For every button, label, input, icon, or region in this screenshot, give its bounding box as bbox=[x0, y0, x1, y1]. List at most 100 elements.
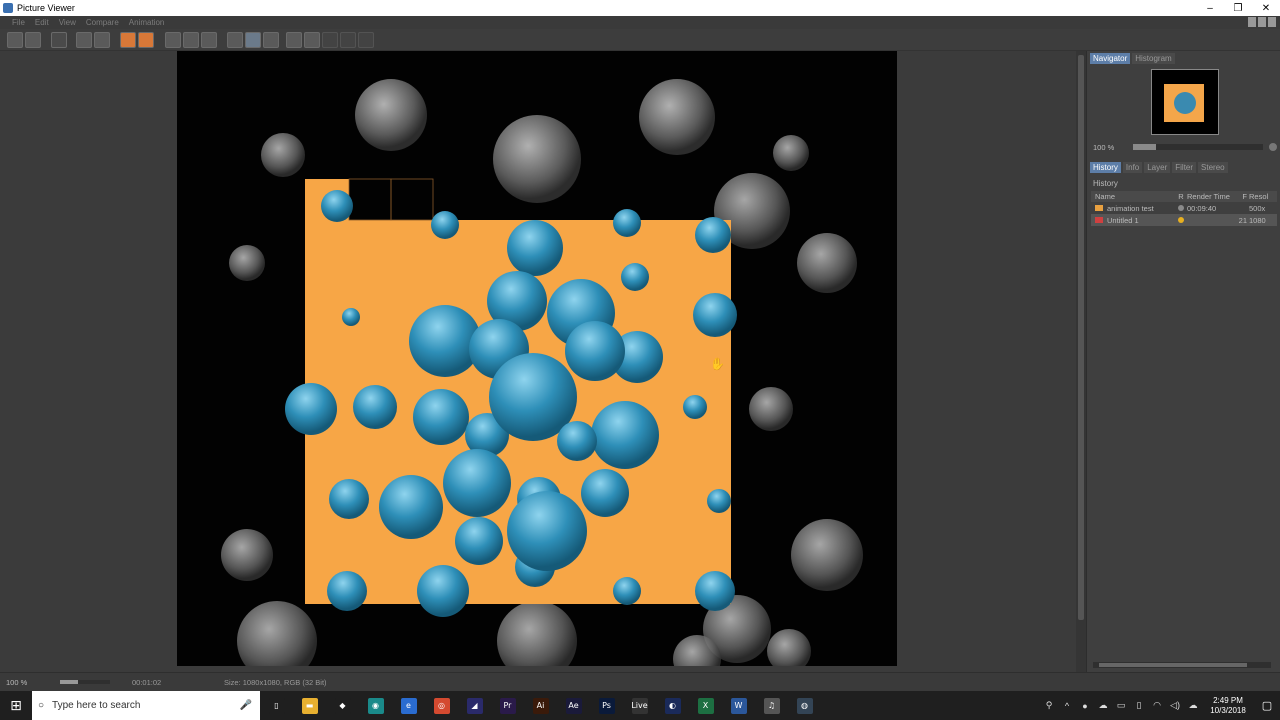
column-r[interactable]: R bbox=[1175, 192, 1187, 201]
taskbar-other-app-icon[interactable]: ◍ bbox=[788, 691, 821, 720]
render-icon[interactable] bbox=[120, 32, 136, 48]
status-dot-icon bbox=[1178, 205, 1184, 211]
taskbar-live-icon[interactable]: Live bbox=[623, 691, 656, 720]
vertical-scrollbar[interactable] bbox=[1076, 51, 1086, 672]
tab-info[interactable]: Info bbox=[1122, 162, 1143, 173]
timeline-slider[interactable] bbox=[60, 680, 110, 684]
compare-icon[interactable] bbox=[201, 32, 217, 48]
cloud-icon[interactable]: ☁ bbox=[1095, 700, 1111, 711]
tab-navigator[interactable]: Navigator bbox=[1090, 53, 1131, 64]
tab-filter[interactable]: Filter bbox=[1172, 162, 1197, 173]
taskbar-search[interactable]: ○ Type here to search 🎤 bbox=[32, 691, 260, 720]
tool-icon-3[interactable] bbox=[358, 32, 374, 48]
search-input[interactable]: Type here to search bbox=[52, 700, 140, 711]
minimize-button[interactable]: – bbox=[1196, 0, 1224, 16]
zoom-slider[interactable] bbox=[1133, 144, 1263, 150]
tab-stereo[interactable]: Stereo bbox=[1198, 162, 1228, 173]
network-icon[interactable]: ◠ bbox=[1149, 700, 1165, 711]
horizontal-scrollbar[interactable] bbox=[1093, 662, 1271, 668]
people-icon[interactable]: ⚲ bbox=[1041, 700, 1057, 711]
stop-icon[interactable] bbox=[94, 32, 110, 48]
image-canvas[interactable]: ✋ bbox=[0, 51, 1076, 672]
taskbar-photoshop-icon[interactable]: Ps bbox=[590, 691, 623, 720]
menu-file[interactable]: File bbox=[12, 18, 25, 27]
scrollbar-thumb[interactable] bbox=[1099, 663, 1247, 667]
menu-animation[interactable]: Animation bbox=[129, 18, 165, 27]
taskbar-cinema4d-icon[interactable]: ◐ bbox=[656, 691, 689, 720]
column-f[interactable]: F bbox=[1235, 192, 1249, 201]
ab-compare-icon[interactable] bbox=[227, 32, 243, 48]
taskbar-task-view-icon[interactable]: ▯ bbox=[260, 691, 293, 720]
navigator-tabs: Navigator Histogram bbox=[1087, 51, 1280, 66]
maximize-button[interactable]: ❐ bbox=[1224, 0, 1252, 16]
tab-layer[interactable]: Layer bbox=[1144, 162, 1171, 173]
onedrive-icon[interactable]: ☁ bbox=[1185, 700, 1201, 711]
column-resolution[interactable]: Resol bbox=[1249, 192, 1277, 201]
taskbar-edge-icon[interactable]: e bbox=[392, 691, 425, 720]
save-icon[interactable] bbox=[25, 32, 41, 48]
other-app-glyph: ◍ bbox=[796, 697, 813, 714]
tray-app-icon[interactable]: ● bbox=[1077, 701, 1093, 711]
edge-glyph: e bbox=[400, 697, 417, 714]
rendered-image[interactable] bbox=[177, 51, 897, 666]
set-a-icon[interactable] bbox=[286, 32, 302, 48]
taskbar-premiere-icon[interactable]: Pr bbox=[491, 691, 524, 720]
render-region-icon[interactable] bbox=[138, 32, 154, 48]
layout-move-icon[interactable] bbox=[1268, 17, 1276, 27]
taskbar-after-effects-icon[interactable]: Ae bbox=[557, 691, 590, 720]
scrollbar-thumb[interactable] bbox=[1078, 55, 1084, 620]
zoom-reset-icon[interactable] bbox=[1269, 143, 1277, 151]
grid-view-icon[interactable] bbox=[245, 32, 261, 48]
zoom-value: 100 % bbox=[1093, 142, 1115, 152]
title-bar: Picture Viewer – ❐ ✕ bbox=[0, 0, 1280, 16]
render-image-svg bbox=[221, 79, 863, 666]
taskbar-media-encoder-icon[interactable]: ◢ bbox=[458, 691, 491, 720]
thumbnail-spheres bbox=[1174, 92, 1196, 114]
open-icon[interactable] bbox=[7, 32, 23, 48]
tab-histogram[interactable]: Histogram bbox=[1132, 53, 1175, 64]
menu-view[interactable]: View bbox=[59, 18, 76, 27]
tool-icon-1[interactable] bbox=[322, 32, 338, 48]
menu-edit[interactable]: Edit bbox=[35, 18, 49, 27]
set-b-icon[interactable] bbox=[304, 32, 320, 48]
layout-grid-icon[interactable] bbox=[1248, 17, 1256, 27]
menu-compare[interactable]: Compare bbox=[86, 18, 119, 27]
history-header: Name R Render Time F Resol bbox=[1091, 191, 1277, 202]
navigator-thumbnail[interactable] bbox=[1151, 69, 1219, 135]
close-button[interactable]: ✕ bbox=[1252, 0, 1280, 16]
render-settings-icon[interactable] bbox=[51, 32, 67, 48]
microphone-icon[interactable]: 🎤 bbox=[240, 700, 252, 711]
after-effects-glyph: Ae bbox=[565, 697, 582, 714]
live-glyph: Live bbox=[631, 697, 648, 714]
notification-icon[interactable]: ▢ bbox=[1254, 699, 1280, 712]
taskbar-itunes-icon[interactable]: ♫ bbox=[755, 691, 788, 720]
volume-icon[interactable]: ◁) bbox=[1167, 700, 1183, 711]
column-render-time[interactable]: Render Time bbox=[1187, 192, 1235, 201]
taskbar-word-icon[interactable]: W bbox=[722, 691, 755, 720]
clock[interactable]: 2:49 PM 10/3/2018 bbox=[1202, 696, 1254, 716]
taskbar-file-explorer-icon[interactable]: ▬ bbox=[293, 691, 326, 720]
battery-icon[interactable]: ▯ bbox=[1131, 700, 1147, 711]
column-name[interactable]: Name bbox=[1091, 192, 1175, 201]
taskbar-store-icon[interactable]: ◆ bbox=[326, 691, 359, 720]
table-row[interactable]: Untitled 1 21 1080 bbox=[1091, 214, 1277, 226]
layout-panel-icon[interactable] bbox=[1258, 17, 1266, 27]
taskbar-illustrator-icon[interactable]: Ai bbox=[524, 691, 557, 720]
taskbar-excel-icon[interactable]: X bbox=[689, 691, 722, 720]
tool-icon-2[interactable] bbox=[340, 32, 356, 48]
swap-icon[interactable] bbox=[263, 32, 279, 48]
right-panel: Navigator Histogram 100 % History Info L… bbox=[1086, 51, 1280, 672]
taskbar-chrome-icon[interactable]: ◎ bbox=[425, 691, 458, 720]
chrome-dev-glyph: ◉ bbox=[367, 697, 384, 714]
split-vertical-icon[interactable] bbox=[183, 32, 199, 48]
status-zoom[interactable]: 100 % bbox=[6, 678, 54, 687]
menu-bar: File Edit View Compare Animation bbox=[0, 16, 1280, 29]
taskbar-chrome-dev-icon[interactable]: ◉ bbox=[359, 691, 392, 720]
table-row[interactable]: animation test 00:09:40 500x bbox=[1091, 202, 1277, 214]
split-horizontal-icon[interactable] bbox=[165, 32, 181, 48]
region-icon[interactable] bbox=[76, 32, 92, 48]
chevron-up-icon[interactable]: ^ bbox=[1059, 701, 1075, 711]
tray-icon[interactable]: ▭ bbox=[1113, 700, 1129, 711]
windows-start-icon[interactable]: ⊞ bbox=[0, 691, 32, 720]
tab-history[interactable]: History bbox=[1090, 162, 1121, 173]
